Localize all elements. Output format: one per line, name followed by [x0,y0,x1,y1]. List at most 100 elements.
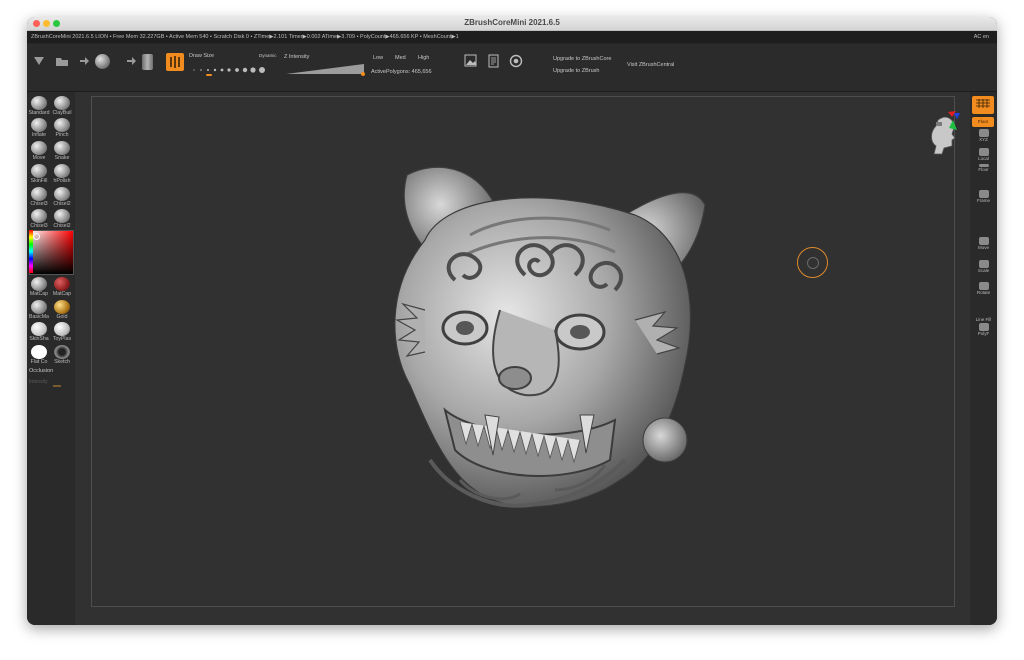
brush-thumbnail [54,187,70,201]
move-view-icon [978,237,989,245]
line-fill-button[interactable]: Line Fill PolyF [973,317,994,337]
brush-cursor-inner [807,257,819,269]
upgrade-to-zbrush-link[interactable]: Upgrade to ZBrush [553,68,599,74]
hue-strip[interactable] [29,230,33,273]
material-label: BasicMa [29,314,49,320]
upgrade-to-zbrushcore-link[interactable]: Upgrade to ZBrushCore [553,56,611,62]
persp-button[interactable]: Persp [972,96,994,119]
brush-standard[interactable]: Standard [27,96,51,117]
material-label: Sketch [54,359,70,365]
material-label: MatCap [29,291,49,297]
visit-zbrushcentral-link[interactable]: Visit ZBrushCentral [627,62,674,68]
material-thumbnail [54,277,70,291]
xyz-icon [978,129,989,137]
brush-inflate[interactable]: Inflate [27,118,51,139]
memory-info: ZBrushCoreMini 2021.6.5 LION • Free Mem … [31,34,459,40]
med-label[interactable]: Med [395,55,406,61]
brush-cursor-ring [797,247,828,278]
brush-thumbnail [54,209,70,223]
rotate-view-button[interactable]: Rotate [973,282,994,296]
foo-dog-mask-sculpt[interactable] [365,160,735,520]
brush-label: Chisel2 [53,201,71,207]
material-toyplastic[interactable]: ToyPlas [50,322,74,343]
right-shelf: Persp Floor XYZ Local Floor Frame Move S… [970,92,997,625]
material-sketch[interactable]: Sketch [50,345,74,366]
dynamic-label[interactable]: Dynamic [259,53,277,58]
material-basic[interactable]: BasicMa [27,300,51,321]
local-label: Local [978,156,989,161]
cylinder-tool-icon[interactable] [142,54,153,70]
rotate-view-icon [978,282,989,290]
brush-chisel3[interactable]: Chisel3 [27,187,51,208]
app-window: ZBrushCoreMini 2021.6.5 ZBrushCoreMini 2… [27,17,997,625]
brush-skinfill[interactable]: SkinFill [27,164,51,185]
active-polygons-readout: ActivePolygons: 465,656 [371,69,432,75]
brush-label: Standard [28,110,50,116]
brush-chisel2-b[interactable]: Chisel2 [50,209,74,230]
perspective-grid-icon [976,99,990,108]
occlusion-label[interactable]: Occlusion [29,368,53,374]
material-thumbnail [54,322,70,336]
material-thumbnail [31,345,47,359]
high-label[interactable]: High [418,55,429,61]
local-icon [978,148,989,156]
brush-label: Chisel3 [30,223,48,229]
open-file-icon[interactable] [55,54,69,68]
material-thumbnail [31,300,47,314]
move-view-button[interactable]: Move [973,237,994,251]
brush-thumbnail [31,164,47,178]
scale-view-button[interactable]: Scale [973,260,994,274]
brush-hpolish[interactable]: hPolish [50,164,74,185]
color-picker-cursor[interactable] [33,233,40,240]
brush-label: Inflate [31,132,47,138]
info-bar-right: AC en [973,34,989,40]
frame-button[interactable]: Frame [973,190,994,204]
brush-label: Snake [54,155,70,161]
polyframe-label: PolyF [977,331,990,336]
brush-snake[interactable]: Snake [50,141,74,162]
z-intensity-slider[interactable] [284,62,366,76]
color-picker[interactable] [29,230,74,275]
material-label: ToyPlas [52,336,72,342]
canvas-viewport[interactable] [75,92,970,625]
brush-thumbnail [54,141,70,155]
brush-move[interactable]: Move [27,141,51,162]
material-matcap-red[interactable]: MatCap [50,277,74,298]
brush-thumbnail [31,118,47,132]
material-flatcolor[interactable]: Flat Co [27,345,51,366]
sphere-tool-icon[interactable] [95,54,110,69]
floor-button[interactable]: Floor [972,117,994,127]
draw-size-slider[interactable] [190,63,272,77]
navigation-head-gizmo[interactable] [928,110,960,156]
brush-claybuildup[interactable]: ClayBuil [50,96,74,117]
material-matcap[interactable]: MatCap [27,277,51,298]
material-skinshade[interactable]: SkinSha [27,322,51,343]
xyz-button[interactable]: XYZ [973,129,994,143]
material-label: MatCap [52,291,72,297]
material-thumbnail [54,345,70,359]
material-thumbnail [31,277,47,291]
draw-size-label: Draw Size [189,53,215,59]
low-label[interactable]: Low [373,55,383,61]
material-label: Gold [56,314,68,320]
brush-pinch[interactable]: Pinch [50,118,74,139]
document-icon[interactable] [487,54,500,68]
brush-label: hPolish [53,178,71,184]
frame-label: Frame [976,198,990,203]
material-gold[interactable]: Gold [50,300,74,321]
brush-chisel2[interactable]: Chisel2 [50,187,74,208]
brush-label: Chisel3 [30,201,48,207]
brush-thumbnail [54,164,70,178]
load-tool-icon[interactable] [32,54,46,68]
floor-grid-label: Floor [978,167,989,172]
floor-grid-button[interactable]: Floor [973,164,994,173]
brush-thumbnail [54,96,70,110]
local-button[interactable]: Local [973,148,994,162]
draw-mode-button[interactable] [166,53,184,71]
image-icon[interactable] [464,54,477,67]
brush-chisel3-b[interactable]: Chisel3 [27,209,51,230]
frame-icon [978,190,989,198]
arrow-right-icon [127,57,136,65]
intensity-slider[interactable] [53,385,61,387]
snapshot-camera-icon[interactable] [508,53,524,68]
